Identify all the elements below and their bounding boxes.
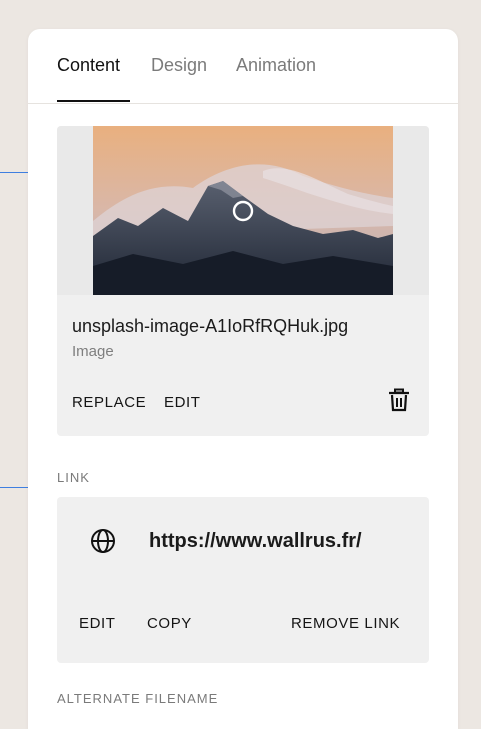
link-section-label: LINK (57, 470, 90, 485)
image-thumbnail[interactable] (93, 126, 393, 295)
alternate-filename-label: ALTERNATE FILENAME (57, 691, 219, 706)
edit-image-button[interactable]: EDIT (164, 394, 201, 411)
tab-animation[interactable]: Animation (236, 55, 316, 76)
tab-content[interactable]: Content (57, 55, 120, 76)
replace-button[interactable]: REPLACE (72, 394, 146, 411)
tab-design[interactable]: Design (151, 55, 207, 76)
image-type-label: Image (72, 343, 114, 360)
image-filename: unsplash-image-A1IoRfRQHuk.jpg (72, 316, 349, 336)
content-panel: Content Design Animation unsplash-image-… (28, 29, 458, 729)
guide-line-top (0, 172, 28, 173)
globe-icon (91, 529, 115, 553)
active-tab-indicator (57, 100, 130, 102)
copy-link-button[interactable]: COPY (147, 615, 192, 632)
image-card: unsplash-image-A1IoRfRQHuk.jpg Image REP… (57, 126, 429, 436)
edit-link-button[interactable]: EDIT (79, 615, 116, 632)
tab-bar: Content Design Animation (28, 29, 458, 104)
image-preview-area (57, 126, 429, 295)
trash-icon[interactable] (388, 388, 410, 412)
guide-line-bottom (0, 487, 28, 488)
remove-link-button[interactable]: REMOVE LINK (291, 615, 400, 632)
link-card: https://www.wallrus.fr/ EDIT COPY REMOVE… (57, 497, 429, 663)
link-url[interactable]: https://www.wallrus.fr/ (149, 530, 362, 553)
